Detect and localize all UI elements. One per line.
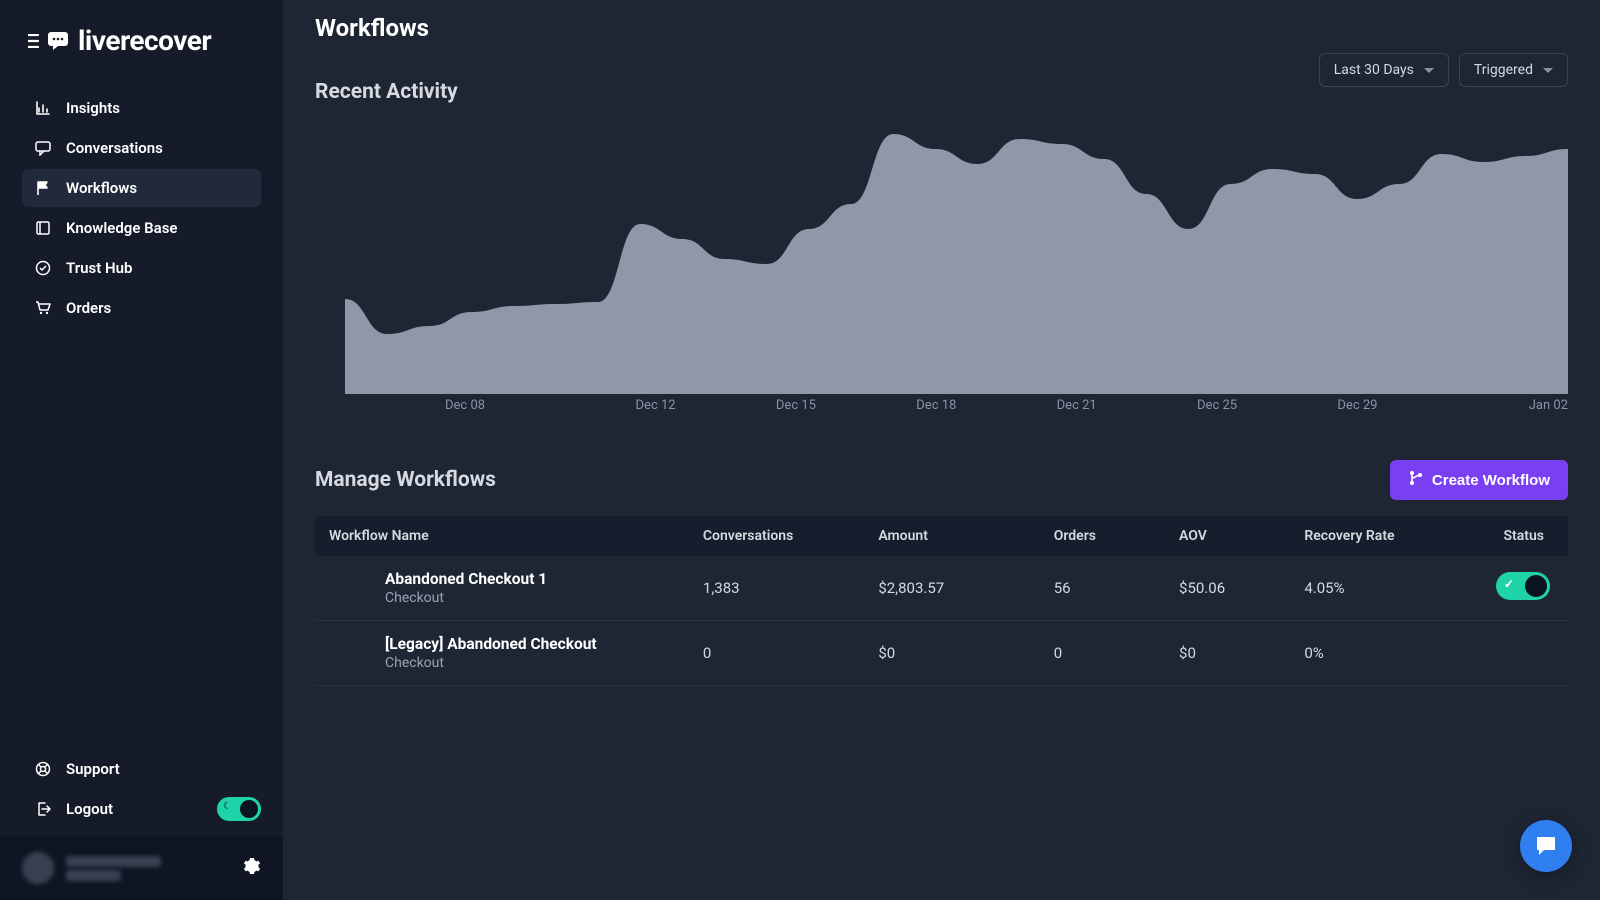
nav-label: Logout bbox=[66, 800, 113, 818]
cell-orders: 0 bbox=[1042, 621, 1167, 686]
nav-label: Knowledge Base bbox=[66, 219, 177, 237]
sidebar-item-trust-hub[interactable]: Trust Hub bbox=[22, 249, 261, 287]
cell-recovery: 4.05% bbox=[1292, 556, 1467, 621]
area-chart-svg bbox=[345, 114, 1568, 394]
nav-label: Support bbox=[66, 760, 120, 778]
chart-controls: Last 30 Days Triggered bbox=[1319, 53, 1568, 87]
cell-orders: 56 bbox=[1042, 556, 1167, 621]
th-status: Status bbox=[1468, 516, 1568, 556]
nav-label: Trust Hub bbox=[66, 259, 132, 277]
activity-title: Recent Activity bbox=[315, 80, 458, 104]
page-title: Workflows bbox=[315, 14, 1568, 42]
metric-dropdown[interactable]: Triggered bbox=[1459, 53, 1568, 87]
check-circle-icon bbox=[34, 259, 52, 277]
nav-label: Orders bbox=[66, 299, 111, 317]
dropdown-label: Last 30 Days bbox=[1334, 62, 1414, 78]
cell-recovery: 0% bbox=[1292, 621, 1467, 686]
user-name-block bbox=[66, 853, 231, 884]
nav-label: Workflows bbox=[66, 179, 137, 197]
x-tick: Dec 08 bbox=[345, 398, 585, 424]
manage-header: Manage Workflows Create Workflow bbox=[315, 460, 1568, 500]
book-icon bbox=[34, 219, 52, 237]
activity-chart: Dec 08Dec 12Dec 15Dec 18Dec 21Dec 25Dec … bbox=[315, 114, 1568, 424]
x-tick: Dec 12 bbox=[585, 398, 725, 424]
chat-fab[interactable] bbox=[1520, 820, 1572, 872]
sidebar-item-orders[interactable]: Orders bbox=[22, 289, 261, 327]
th-aov: AOV bbox=[1167, 516, 1292, 556]
workflow-name: [Legacy] Abandoned Checkout bbox=[385, 635, 679, 653]
sidebar-item-support[interactable]: Support bbox=[22, 750, 261, 788]
workflow-name: Abandoned Checkout 1 bbox=[385, 570, 679, 588]
nav-label: Conversations bbox=[66, 139, 163, 157]
cell-aov: $0 bbox=[1167, 621, 1292, 686]
x-tick: Dec 25 bbox=[1147, 398, 1287, 424]
nav: Insights Conversations Workflows Knowled… bbox=[0, 89, 283, 327]
chevron-down-icon bbox=[1424, 68, 1434, 73]
bar-chart-icon bbox=[34, 99, 52, 117]
chevron-down-icon bbox=[1543, 68, 1553, 73]
theme-toggle[interactable] bbox=[217, 797, 261, 821]
table-row[interactable]: [Legacy] Abandoned CheckoutCheckout0$00$… bbox=[315, 621, 1568, 686]
workflow-sub: Checkout bbox=[385, 655, 679, 671]
sidebar-item-insights[interactable]: Insights bbox=[22, 89, 261, 127]
cell-amount: $0 bbox=[866, 621, 1041, 686]
chat-bubble-icon bbox=[34, 139, 52, 157]
user-bar bbox=[0, 836, 283, 900]
workflows-table: Workflow Name Conversations Amount Order… bbox=[315, 516, 1568, 686]
button-label: Create Workflow bbox=[1432, 472, 1550, 489]
avatar[interactable] bbox=[22, 852, 54, 884]
branch-icon bbox=[1408, 470, 1424, 490]
sidebar-item-workflows[interactable]: Workflows bbox=[22, 169, 261, 207]
x-tick: Jan 02 bbox=[1428, 398, 1568, 424]
brand-name: liverecover bbox=[78, 24, 211, 57]
logout-icon bbox=[34, 800, 52, 818]
dropdown-label: Triggered bbox=[1474, 62, 1533, 78]
sidebar-item-conversations[interactable]: Conversations bbox=[22, 129, 261, 167]
cell-conversations: 1,383 bbox=[691, 556, 866, 621]
th-name: Workflow Name bbox=[315, 516, 691, 556]
workflow-sub: Checkout bbox=[385, 590, 679, 606]
cell-amount: $2,803.57 bbox=[866, 556, 1041, 621]
sidebar-item-logout[interactable]: Logout bbox=[22, 790, 217, 828]
cart-icon bbox=[34, 299, 52, 317]
gear-icon[interactable] bbox=[243, 857, 261, 879]
cell-aov: $50.06 bbox=[1167, 556, 1292, 621]
date-range-dropdown[interactable]: Last 30 Days bbox=[1319, 53, 1449, 87]
main: Workflows Recent Activity Last 30 Days T… bbox=[283, 0, 1600, 900]
activity-header: Recent Activity Last 30 Days Triggered bbox=[315, 80, 1568, 104]
table-row[interactable]: Abandoned Checkout 1 Checkout 1,383$2,803.… bbox=[315, 556, 1568, 621]
chat-icon bbox=[1533, 833, 1559, 859]
flag-icon bbox=[34, 179, 52, 197]
x-tick: Dec 18 bbox=[866, 398, 1006, 424]
th-orders: Orders bbox=[1042, 516, 1167, 556]
sidebar: liverecover Insights Conversations Workf… bbox=[0, 0, 283, 900]
th-amount: Amount bbox=[866, 516, 1041, 556]
brand-row: liverecover bbox=[0, 0, 283, 89]
x-tick: Dec 15 bbox=[726, 398, 866, 424]
x-tick: Dec 29 bbox=[1287, 398, 1427, 424]
lifesaver-icon bbox=[34, 760, 52, 778]
cell-conversations: 0 bbox=[691, 621, 866, 686]
nav-label: Insights bbox=[66, 99, 120, 117]
status-toggle[interactable] bbox=[1496, 572, 1550, 600]
th-conversations: Conversations bbox=[691, 516, 866, 556]
sidebar-item-knowledge-base[interactable]: Knowledge Base bbox=[22, 209, 261, 247]
th-recovery: Recovery Rate bbox=[1292, 516, 1467, 556]
x-axis: Dec 08Dec 12Dec 15Dec 18Dec 21Dec 25Dec … bbox=[345, 398, 1568, 424]
bottom-nav: Support Logout bbox=[0, 750, 283, 836]
create-workflow-button[interactable]: Create Workflow bbox=[1390, 460, 1568, 500]
menu-icon[interactable] bbox=[28, 32, 68, 50]
x-tick: Dec 21 bbox=[1007, 398, 1147, 424]
manage-title: Manage Workflows bbox=[315, 468, 496, 492]
